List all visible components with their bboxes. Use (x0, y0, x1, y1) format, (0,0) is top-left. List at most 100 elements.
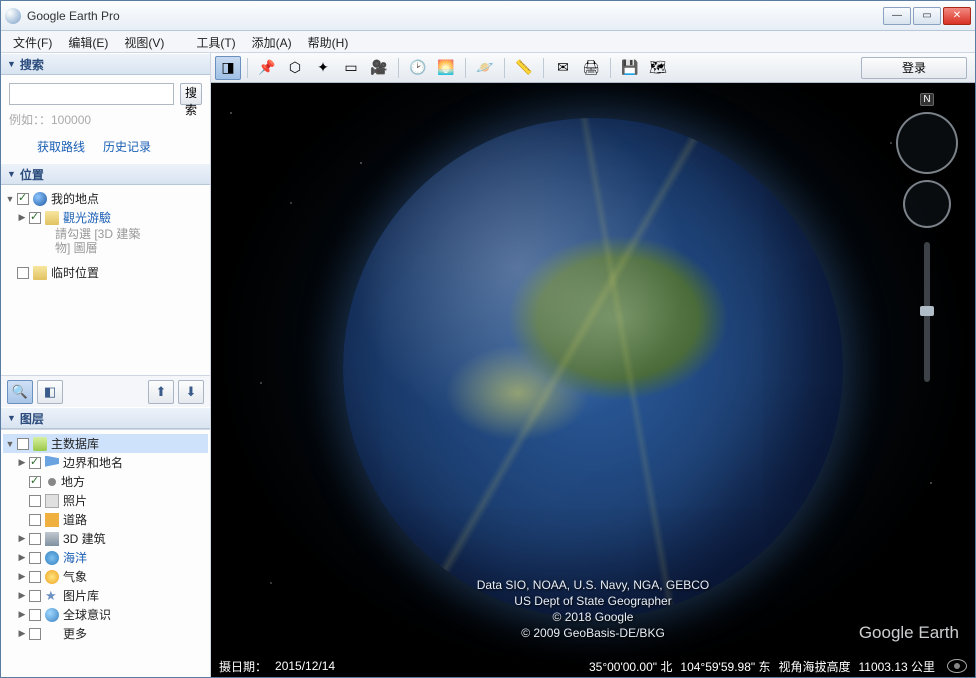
temp-places-label[interactable]: 临时位置 (51, 264, 99, 281)
menu-help[interactable]: 帮助(H) (300, 31, 357, 52)
layers-panel-header[interactable]: ▼ 图层 (1, 407, 210, 429)
tree-row-borders[interactable]: ▶ 边界和地名 (3, 453, 208, 472)
content-area: ▼ 搜索 搜索 例如：：100000 获取路线 历史记录 ▼ 位置 (1, 53, 975, 677)
expand-icon[interactable]: ▶ (17, 533, 27, 544)
checkbox[interactable] (29, 476, 41, 488)
expand-icon[interactable]: ▶ (17, 590, 27, 601)
tree-row-gallery[interactable]: ▶ ★ 图片库 (3, 586, 208, 605)
tree-row-roads[interactable]: 道路 (3, 510, 208, 529)
move-ring[interactable] (903, 180, 951, 228)
overlay-button[interactable]: ▭ (338, 56, 364, 80)
attribution-line: © 2018 Google (477, 609, 710, 625)
checkbox[interactable] (29, 533, 41, 545)
placemark-button[interactable]: 📌 (254, 56, 280, 80)
buildings-label[interactable]: 3D 建筑 (63, 530, 106, 547)
checkbox[interactable] (29, 457, 41, 469)
tree-row-3d-buildings[interactable]: ▶ 3D 建筑 (3, 529, 208, 548)
places-panel-header[interactable]: ▼ 位置 (1, 163, 210, 185)
tree-row-my-places[interactable]: ▼ 我的地点 (3, 189, 208, 208)
down-button[interactable]: ⬇ (178, 380, 204, 404)
checkbox[interactable] (29, 495, 41, 507)
photos-label[interactable]: 照片 (63, 492, 87, 509)
maps-button[interactable]: 🗺 (645, 56, 671, 80)
sunlight-button[interactable]: 🌅 (433, 56, 459, 80)
look-ring[interactable] (896, 112, 958, 174)
email-button[interactable]: ✉ (550, 56, 576, 80)
ocean-label[interactable]: 海洋 (63, 549, 87, 566)
checkbox[interactable] (17, 193, 29, 205)
borders-label[interactable]: 边界和地名 (63, 454, 123, 471)
planet-button[interactable]: 🪐 (472, 56, 498, 80)
checkbox[interactable] (29, 609, 41, 621)
checkbox[interactable] (17, 438, 29, 450)
checkbox[interactable] (29, 514, 41, 526)
expand-icon[interactable]: ▶ (17, 457, 27, 468)
gallery-label[interactable]: 图片库 (63, 587, 99, 604)
search-history-link[interactable]: 历史记录 (103, 138, 151, 155)
tree-row-primary-db[interactable]: ▼ 主数据库 (3, 434, 208, 453)
expand-icon[interactable]: ▼ (5, 194, 15, 204)
minimize-button[interactable]: — (883, 7, 911, 25)
menu-file[interactable]: 文件(F) (5, 31, 60, 52)
earth-globe[interactable] (343, 118, 843, 618)
eye-alt-value: 11003.13 公里 (859, 658, 936, 675)
search-button[interactable]: 搜索 (180, 83, 202, 105)
menu-add[interactable]: 添加(A) (244, 31, 300, 52)
tree-row-awareness[interactable]: ▶ 全球意识 (3, 605, 208, 624)
expand-icon[interactable]: ▶ (17, 571, 27, 582)
globe-viewport[interactable]: N Data SIO, NOAA, U.S. Navy, NGA, GEBCO … (211, 83, 975, 677)
tree-row-temp-places[interactable]: 临时位置 (3, 263, 208, 282)
expand-icon[interactable]: ▼ (5, 439, 15, 449)
find-tool-button[interactable]: 🔍 (7, 380, 33, 404)
expand-icon[interactable]: ▶ (17, 212, 27, 223)
expand-icon[interactable]: ▶ (17, 552, 27, 563)
checkbox[interactable] (29, 628, 41, 640)
weather-label[interactable]: 气象 (63, 568, 87, 585)
tree-row-places-layer[interactable]: 地方 (3, 472, 208, 491)
sun-icon (45, 570, 59, 584)
checkbox[interactable] (17, 267, 29, 279)
tree-row-more[interactable]: ▶ 更多 (3, 624, 208, 643)
my-places-label[interactable]: 我的地点 (51, 190, 99, 207)
checkbox[interactable] (29, 571, 41, 583)
tree-row-photos[interactable]: 照片 (3, 491, 208, 510)
zoom-handle[interactable] (920, 306, 934, 316)
search-input[interactable] (9, 83, 174, 105)
history-button[interactable]: 🕑 (405, 56, 431, 80)
expand-icon[interactable]: ▶ (17, 628, 27, 639)
ruler-button[interactable]: 📏 (511, 56, 537, 80)
checkbox[interactable] (29, 552, 41, 564)
tree-row-ocean[interactable]: ▶ 海洋 (3, 548, 208, 567)
path-button[interactable]: ✦ (310, 56, 336, 80)
places-layer-label[interactable]: 地方 (61, 473, 85, 490)
search-panel-header[interactable]: ▼ 搜索 (1, 53, 210, 75)
awareness-label[interactable]: 全球意识 (63, 606, 111, 623)
record-button[interactable]: 🎥 (366, 56, 392, 80)
menu-tools[interactable]: 工具(T) (188, 31, 243, 52)
get-directions-link[interactable]: 获取路线 (37, 138, 85, 155)
menu-view[interactable]: 视图(V) (116, 31, 172, 52)
more-label[interactable]: 更多 (63, 625, 87, 642)
checkbox[interactable] (29, 212, 41, 224)
login-button[interactable]: 登录 (861, 57, 967, 79)
globe-icon (45, 608, 59, 622)
titlebar[interactable]: Google Earth Pro — ▭ ✕ (1, 1, 975, 31)
primary-db-label[interactable]: 主数据库 (51, 435, 99, 452)
panel-tool-button[interactable]: ◧ (37, 380, 63, 404)
polygon-button[interactable]: ⬡ (282, 56, 308, 80)
up-button[interactable]: ⬆ (148, 380, 174, 404)
sightseeing-label[interactable]: 觀光游驗 (63, 209, 111, 226)
print-button[interactable]: 🖨 (578, 56, 604, 80)
expand-icon[interactable]: ▶ (17, 609, 27, 620)
save-image-button[interactable]: 💾 (617, 56, 643, 80)
tree-row-sightseeing[interactable]: ▶ 觀光游驗 (3, 208, 208, 227)
menu-edit[interactable]: 编辑(E) (60, 31, 116, 52)
sidebar-toggle-button[interactable]: ◨ (215, 56, 241, 80)
zoom-slider[interactable] (924, 242, 930, 382)
close-button[interactable]: ✕ (943, 7, 971, 25)
roads-label[interactable]: 道路 (63, 511, 87, 528)
compass-north-button[interactable]: N (920, 93, 933, 106)
checkbox[interactable] (29, 590, 41, 602)
tree-row-weather[interactable]: ▶ 气象 (3, 567, 208, 586)
maximize-button[interactable]: ▭ (913, 7, 941, 25)
